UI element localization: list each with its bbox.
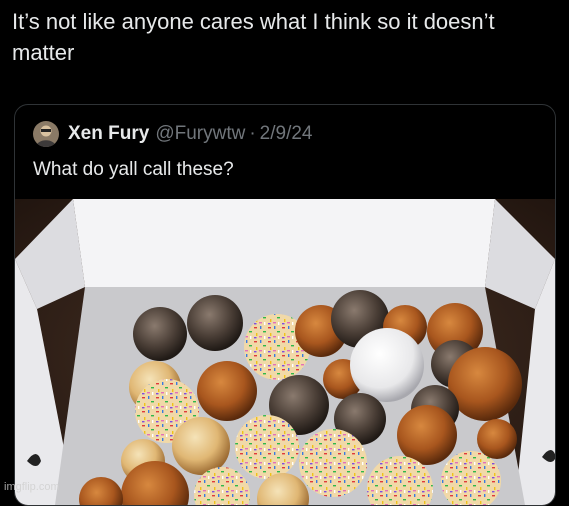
donut-holes-photo[interactable] [15,199,555,505]
tweet-date[interactable]: 2/9/24 [260,123,313,145]
avatar[interactable] [33,121,59,147]
imgflip-watermark: imgflip.com [4,481,60,493]
author-name[interactable]: Xen Fury [68,123,149,145]
author-handle[interactable]: @Furywtw [155,123,245,145]
tweet-header: Xen Fury @Furywtw · 2/9/24 [33,121,312,147]
separator: · [249,123,256,144]
tweet-text: What do yall call these? [33,159,234,180]
meme-caption: It’s not like anyone cares what I think … [12,9,495,65]
embedded-tweet[interactable]: Xen Fury @Furywtw · 2/9/24 What do yall … [14,104,556,506]
